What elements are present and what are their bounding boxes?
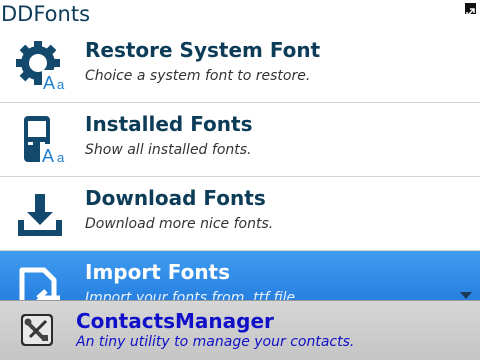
download-icon bbox=[14, 186, 70, 242]
svg-text:a: a bbox=[57, 150, 65, 165]
app-title: DDFonts bbox=[1, 2, 91, 26]
gear-font-icon: A a bbox=[14, 38, 70, 94]
scroll-down-arrow-icon[interactable] bbox=[460, 292, 472, 299]
svg-text:a: a bbox=[57, 77, 65, 92]
menu-item-description: Download more nice fonts. bbox=[85, 216, 274, 232]
notification-description: An tiny utility to manage your contacts. bbox=[76, 334, 355, 350]
phone-font-icon: A a bbox=[14, 112, 70, 168]
title-bar: DDFonts bbox=[0, 0, 480, 30]
expand-icon[interactable] bbox=[465, 3, 476, 17]
menu-item-restore-system-font[interactable]: A a Restore System Font Choice a system … bbox=[0, 29, 480, 103]
svg-text:A: A bbox=[43, 73, 55, 93]
svg-text:A: A bbox=[42, 146, 54, 166]
menu-item-label: Installed Fonts bbox=[85, 112, 253, 136]
menu-item-installed-fonts[interactable]: A a Installed Fonts Show all installed f… bbox=[0, 103, 480, 177]
menu-item-label: Restore System Font bbox=[85, 38, 321, 62]
notification-bar[interactable]: ContactsManager An tiny utility to manag… bbox=[0, 300, 480, 360]
menu-item-label: Download Fonts bbox=[85, 186, 266, 210]
menu-item-description: Show all installed fonts. bbox=[85, 142, 252, 158]
menu-item-label: Import Fonts bbox=[85, 260, 231, 284]
menu-item-download-fonts[interactable]: Download Fonts Download more nice fonts. bbox=[0, 177, 480, 251]
tools-icon bbox=[21, 314, 53, 346]
menu-item-description: Choice a system font to restore. bbox=[85, 68, 311, 84]
notification-title: ContactsManager bbox=[76, 309, 274, 333]
